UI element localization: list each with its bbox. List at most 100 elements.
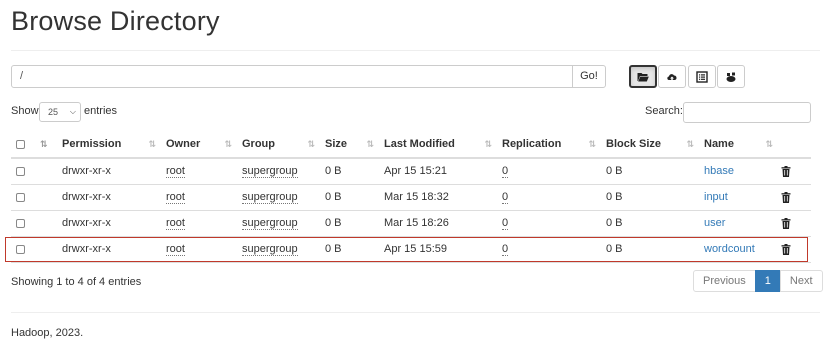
search-label: Search: [645,105,683,117]
trash-icon [781,165,791,177]
previous-page-button[interactable]: Previous [693,270,756,292]
row-index-cell [36,184,62,211]
sort-icon: ⇅ [484,139,491,149]
block-size-value: 0 B [606,165,623,178]
upload-button[interactable] [658,65,686,88]
table-info: Showing 1 to 4 of 4 entries [11,276,142,288]
row-checkbox[interactable] [16,192,25,202]
file-name-link[interactable]: wordcount [704,243,755,255]
next-page-button[interactable]: Next [779,270,823,292]
list-button[interactable] [688,65,716,88]
header-label: Group [242,138,275,150]
cell-permission: drwxr-xr-x [62,158,166,185]
header-name[interactable]: Name ⇅ [704,131,781,159]
cut-paste-button[interactable] [717,65,745,88]
cell-modified: Mar 15 18:26 [384,210,502,237]
cell-replication: 0 [502,210,606,237]
table-row: drwxr-xr-x root supergroup 0 B Apr 15 15:59 0… [11,236,811,263]
row-index-cell [36,158,62,185]
header-block-size[interactable]: Block Size ⇅ [606,131,704,159]
file-name-link[interactable]: hbase [704,165,734,177]
folder-open-icon [637,72,649,81]
header-permission[interactable]: Permission ⇅ [62,131,166,159]
owner-value[interactable]: root [166,165,185,179]
owner-value[interactable]: root [166,191,185,204]
replication-value[interactable]: 0 [502,191,509,204]
list-alt-icon [696,70,708,83]
delete-button[interactable] [781,210,811,237]
cell-block-size: 0 B [606,158,704,185]
page-1-button[interactable]: 1 [754,270,781,292]
header-label: Replication [502,138,562,150]
cell-size: 0 B [325,158,384,185]
group-value[interactable]: supergroup [242,165,298,179]
block-size-value: 0 B [606,243,623,255]
cell-replication: 0 [502,184,606,211]
permission-value: drwxr-xr-x [62,191,111,203]
cell-group: supergroup [242,158,325,185]
row-checkbox[interactable] [16,244,25,254]
table-row: drwxr-xr-x root supergroup 0 B Mar 15 18:32 0… [11,184,811,211]
path-input[interactable]: / [11,65,573,88]
file-name-link[interactable]: user [704,217,725,229]
header-label: Block Size [606,138,662,150]
row-select-cell [11,210,36,237]
cell-group: supergroup [242,236,325,263]
owner-value[interactable]: root [166,243,185,256]
header-group[interactable]: Group ⇅ [242,131,325,159]
permission-value: drwxr-xr-x [62,217,111,229]
row-index-cell [36,236,62,263]
cell-block-size: 0 B [606,210,704,237]
select-all-checkbox[interactable] [16,139,25,149]
chevron-down-icon: ⌵ [69,107,76,116]
row-select-cell [11,158,36,185]
replication-value[interactable]: 0 [502,165,509,179]
delete-button[interactable] [781,158,811,185]
cell-block-size: 0 B [606,236,704,263]
group-value[interactable]: supergroup [242,243,298,256]
sort-index-header[interactable]: ⇅ [36,131,62,159]
trash-icon [781,243,791,255]
page-length-value: 25 [48,107,59,117]
pagination: Previous 1 Next [693,270,823,292]
row-checkbox[interactable] [16,218,25,228]
row-checkbox[interactable] [16,166,25,176]
cell-owner: root [166,236,242,263]
go-button[interactable]: Go! [572,65,606,88]
cell-name: input [704,184,781,211]
permission-value: drwxr-xr-x [62,165,111,178]
cell-group: supergroup [242,184,325,211]
owner-value[interactable]: root [166,217,185,230]
table-row: drwxr-xr-x root supergroup 0 B Mar 15 18:26 0… [11,210,811,237]
modified-value: Mar 15 18:32 [384,191,449,203]
group-value[interactable]: supergroup [242,191,298,204]
cell-modified: Mar 15 18:32 [384,184,502,211]
file-name-link[interactable]: input [704,191,728,203]
header-actions [781,131,811,159]
group-value[interactable]: supergroup [242,217,298,230]
cell-modified: Apr 15 15:21 [384,158,502,185]
search-input[interactable] [683,102,811,123]
entries-label: entries [84,105,118,117]
delete-button[interactable] [781,184,811,211]
cell-size: 0 B [325,236,384,263]
header-replication[interactable]: Replication ⇅ [502,131,606,159]
header-last-modified[interactable]: Last Modified ⇅ [384,131,502,159]
replication-value[interactable]: 0 [502,217,509,230]
header-size[interactable]: Size ⇅ [325,131,384,159]
delete-button[interactable] [781,236,811,263]
size-value: 0 B [325,191,342,203]
page-title: Browse Directory [11,6,220,36]
modified-value: Mar 15 18:26 [384,217,449,229]
select-all-header[interactable] [11,131,36,159]
cell-replication: 0 [502,236,606,263]
replication-value[interactable]: 0 [502,243,509,256]
header-owner[interactable]: Owner ⇅ [166,131,242,159]
sort-icon: ⇅ [366,139,373,149]
page-length-select[interactable]: 25 ⌵ [39,102,81,122]
header-label: Permission [62,138,122,150]
cell-permission: drwxr-xr-x [62,210,166,237]
cell-size: 0 B [325,210,384,237]
create-directory-button[interactable] [629,65,657,88]
size-value: 0 B [325,243,342,255]
